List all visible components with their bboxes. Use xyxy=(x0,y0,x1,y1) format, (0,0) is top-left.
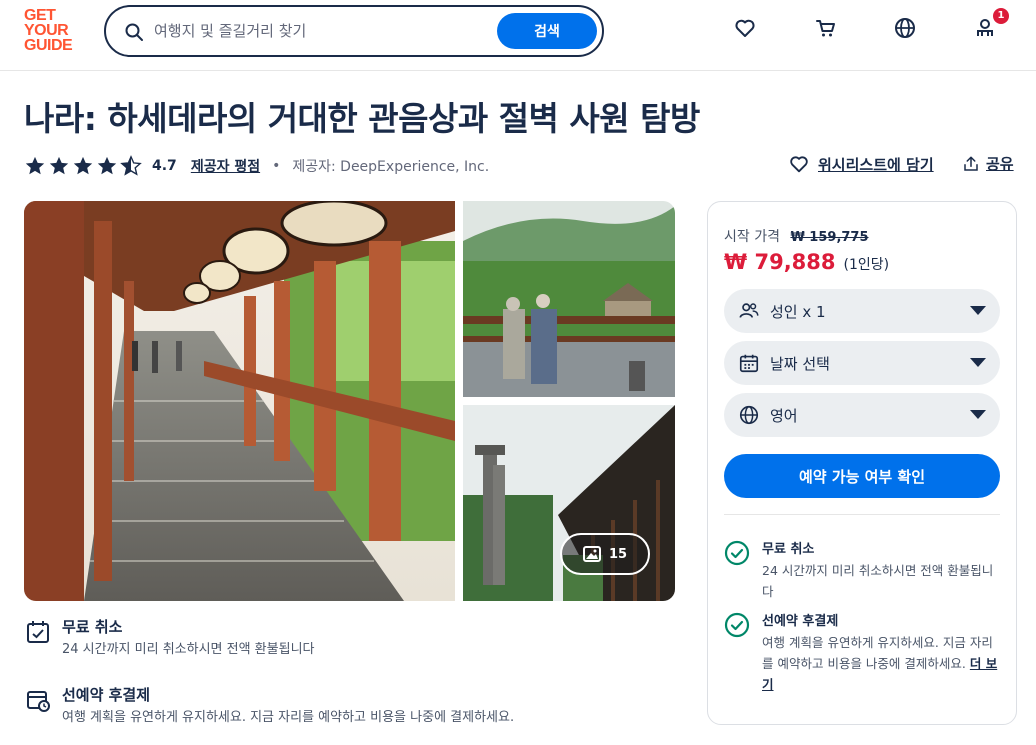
page-title: 나라: 하세데라의 거대한 관음상과 절벽 사원 탐방 xyxy=(24,99,700,138)
calendar-icon xyxy=(739,354,759,373)
logo-line-2: YOUR xyxy=(24,22,69,39)
add-to-wishlist-button[interactable]: 위시리스트에 담기 xyxy=(788,153,934,175)
main-photo-corridor[interactable] xyxy=(24,201,455,601)
star-icon xyxy=(97,156,117,175)
share-icon xyxy=(964,156,978,171)
reserve-now-pay-later-feature: 선예약 후결제 여행 계획을 유연하게 유지하세요. 지금 자리를 예약하고 비… xyxy=(24,684,514,728)
wishlist-label: 위시리스트에 담기 xyxy=(818,155,934,174)
chevron-down-icon xyxy=(970,358,986,367)
check-availability-button[interactable]: 예약 가능 여부 확인 xyxy=(724,454,1000,498)
free-cancellation-desc: 24 시간까지 미리 취소하시면 전액 환불됩니다 xyxy=(62,642,315,657)
participants-value: 성인 x 1 xyxy=(770,302,826,321)
side-photo-garden[interactable] xyxy=(463,201,675,397)
reserve-now-title: 선예약 후결제 xyxy=(62,686,151,704)
panel-free-cancel-title: 무료 취소 xyxy=(762,542,815,557)
panel-reserve-desc-text: 여행 계획을 유연하게 유지하세요. 지금 자리를 예약하고 비용을 나중에 결… xyxy=(762,635,993,671)
calendar-clock-icon xyxy=(27,691,50,712)
chevron-down-icon xyxy=(970,410,986,419)
reserve-now-desc: 여행 계획을 유연하게 유지하세요. 지금 자리를 예약하고 비용을 나중에 결… xyxy=(62,710,515,725)
heart-icon[interactable] xyxy=(733,16,757,40)
separator-dot: • xyxy=(272,158,281,174)
original-price: ₩ 159,775 xyxy=(790,230,869,245)
language-select[interactable]: 영어 xyxy=(724,393,1000,437)
star-icon xyxy=(49,156,69,175)
price-row: ₩ 79,888 (1인당) xyxy=(724,250,889,274)
globe-icon[interactable] xyxy=(893,16,917,40)
rating-value: 4.7 xyxy=(152,158,177,174)
photo-count-label: 15 xyxy=(608,546,628,562)
language-value: 영어 xyxy=(770,406,798,425)
provider-rating-link[interactable]: 제공자 평점 xyxy=(191,156,260,176)
panel-reserve-title: 선예약 후결제 xyxy=(762,614,839,629)
from-label: 시작 가격 xyxy=(724,229,780,245)
cart-badge: 1 xyxy=(993,8,1009,24)
heart-icon xyxy=(790,156,808,173)
panel-free-cancel-desc: 24 시간까지 미리 취소하시면 전액 환불됩니다 xyxy=(762,563,994,599)
panel-reserve-desc: 여행 계획을 유연하게 유지하세요. 지금 자리를 예약하고 비용을 나중에 결… xyxy=(762,632,1002,695)
gallery-icon xyxy=(582,546,601,562)
globe-icon xyxy=(739,405,759,425)
search-icon xyxy=(125,23,143,41)
calendar-check-icon xyxy=(27,621,49,643)
search-button[interactable]: 검색 xyxy=(497,13,597,49)
panel-reserve-now: 선예약 후결제 여행 계획을 유연하게 유지하세요. 지금 자리를 예약하고 비… xyxy=(724,612,1004,695)
star-icon xyxy=(25,156,45,175)
photo-count-button[interactable]: 15 xyxy=(560,533,650,575)
check-circle-icon xyxy=(724,612,750,638)
date-select[interactable]: 날짜 선택 xyxy=(724,341,1000,385)
logo-line-1: GET xyxy=(24,7,56,24)
panel-divider xyxy=(724,514,1000,515)
discount-price: ₩ 79,888 xyxy=(724,250,836,274)
per-person-label: (1인당) xyxy=(843,257,890,273)
chevron-down-icon xyxy=(970,306,986,315)
share-label: 공유 xyxy=(986,155,1014,173)
rating-stars xyxy=(24,155,142,177)
panel-free-cancellation: 무료 취소 24 시간까지 미리 취소하시면 전액 환불됩니다 xyxy=(724,540,1004,602)
search-input[interactable] xyxy=(154,19,484,43)
rating-row: 4.7 제공자 평점 • 제공자: DeepExperience, Inc. xyxy=(24,153,489,179)
getyourguide-logo[interactable]: GET YOUR GUIDE xyxy=(24,7,84,54)
booking-panel: 시작 가격 ₩ 159,775 ₩ 79,888 (1인당) 성인 x 1 날짜… xyxy=(707,201,1017,725)
logo-line-3: GUIDE xyxy=(24,37,73,54)
star-half-icon xyxy=(120,155,142,176)
participants-icon xyxy=(739,303,759,318)
check-circle-icon xyxy=(724,540,750,566)
free-cancellation-feature: 무료 취소 24 시간까지 미리 취소하시면 전액 환불됩니다 xyxy=(24,616,314,660)
garden-image xyxy=(463,201,675,397)
corridor-image xyxy=(24,201,455,601)
cart-icon[interactable] xyxy=(814,16,838,40)
star-icon xyxy=(73,156,93,175)
search-bar: 검색 xyxy=(104,5,604,57)
date-value: 날짜 선택 xyxy=(770,354,830,373)
free-cancellation-title: 무료 취소 xyxy=(62,618,123,636)
top-header: GET YOUR GUIDE 검색 1 xyxy=(0,0,1036,71)
price-from-row: 시작 가격 ₩ 159,775 xyxy=(724,226,869,246)
share-button[interactable]: 공유 xyxy=(962,153,1014,174)
participants-select[interactable]: 성인 x 1 xyxy=(724,289,1000,333)
provider-name: 제공자: DeepExperience, Inc. xyxy=(292,159,490,175)
